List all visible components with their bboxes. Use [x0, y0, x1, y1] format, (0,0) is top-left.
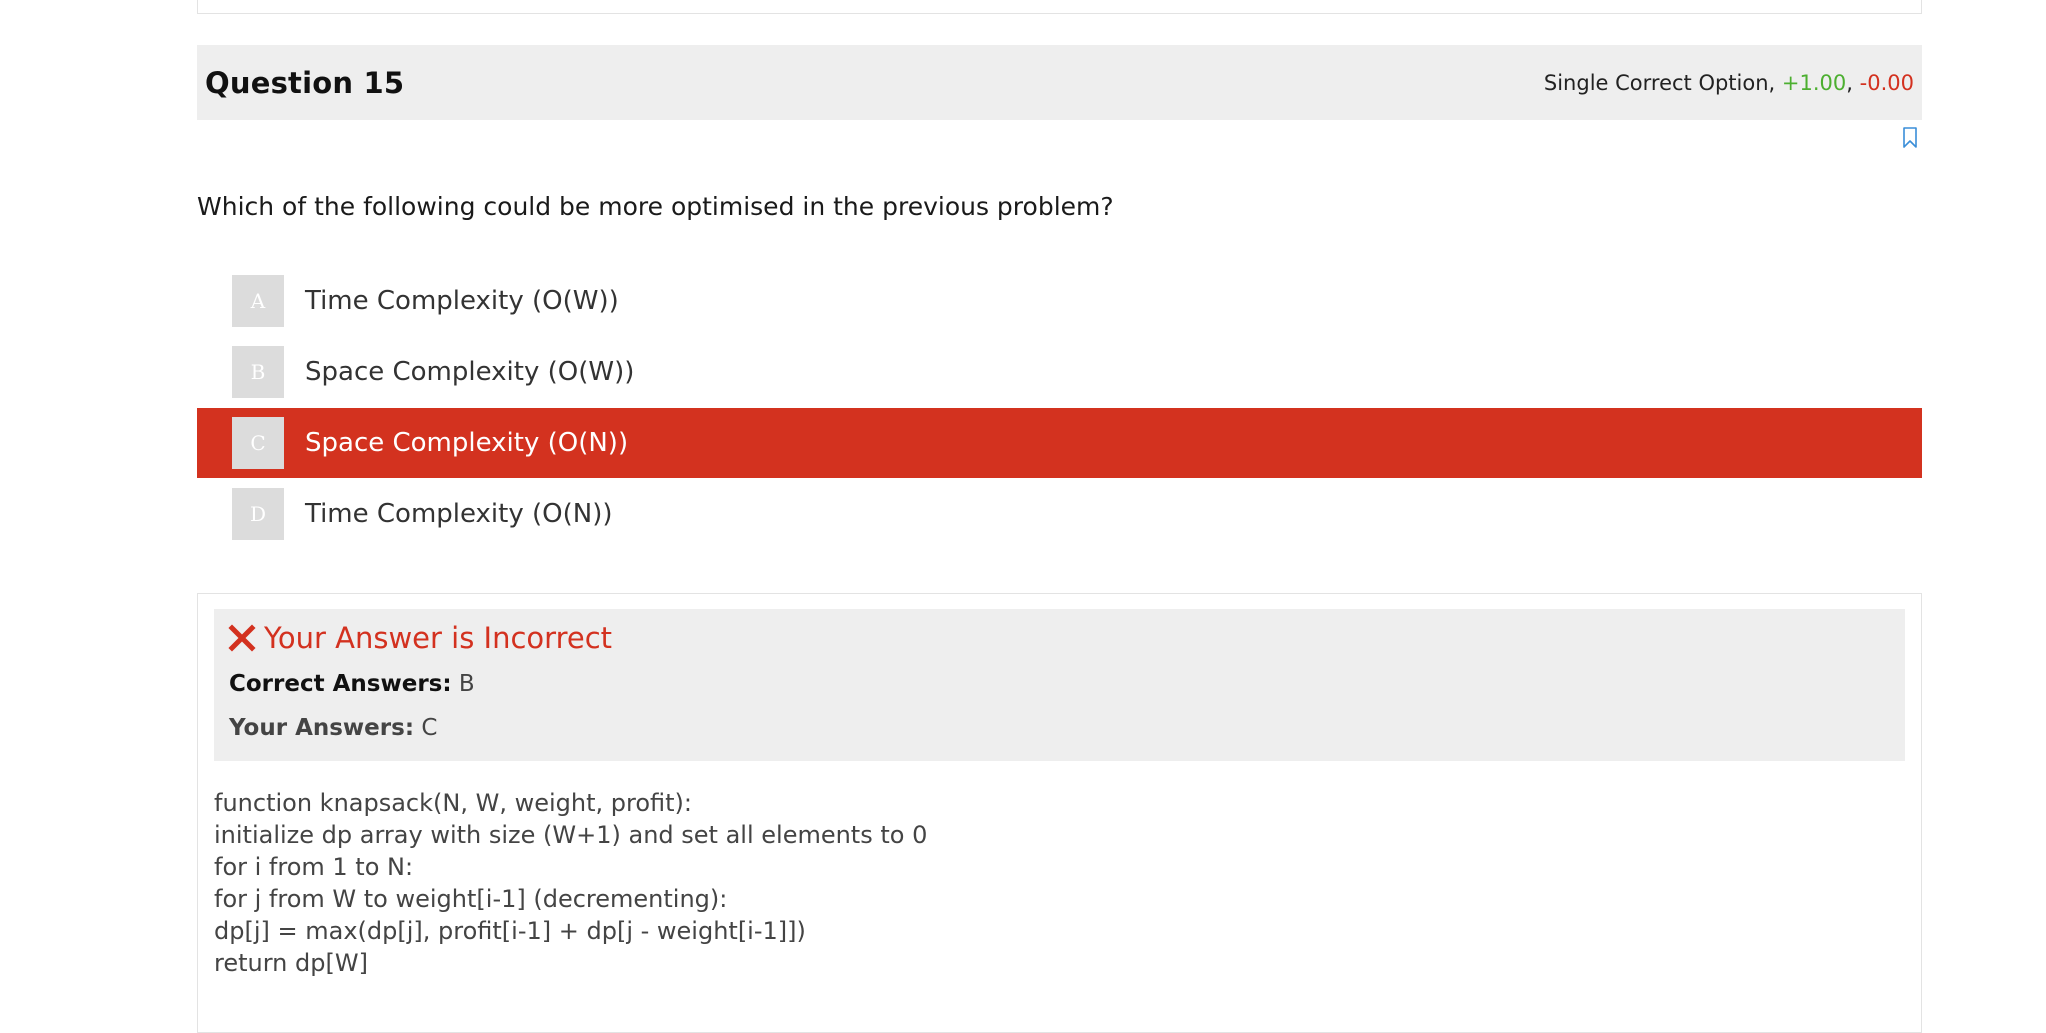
question-header: Question 15 Single Correct Option, +1.00…: [197, 45, 1922, 120]
option-letter: C: [232, 417, 284, 469]
close-icon: [228, 624, 256, 652]
explanation: function knapsack(N, W, weight, profit):…: [214, 787, 927, 979]
option-label: Time Complexity (O(N)): [305, 499, 613, 529]
option-letter: B: [232, 346, 284, 398]
question-title: Question 15: [205, 65, 405, 100]
option-label: Time Complexity (O(W)): [305, 286, 619, 316]
question-meta: Single Correct Option, +1.00, -0.00: [1544, 71, 1914, 95]
option-label: Space Complexity (O(W)): [305, 357, 635, 387]
option-letter: D: [232, 488, 284, 540]
your-answers: Your Answers: C: [229, 715, 437, 741]
question-text: Which of the following could be more opt…: [197, 192, 1114, 221]
explanation-line: function knapsack(N, W, weight, profit):: [214, 789, 692, 817]
meta-separator-1: ,: [1768, 70, 1776, 95]
result-panel: Your Answer is Incorrect Correct Answers…: [197, 593, 1922, 1033]
your-answers-label: Your Answers:: [229, 715, 415, 741]
option-d[interactable]: D Time Complexity (O(N)): [197, 479, 1922, 549]
your-answers-value: C: [421, 715, 438, 741]
bookmark-icon[interactable]: [1902, 127, 1918, 149]
verdict: Your Answer is Incorrect: [228, 621, 612, 655]
positive-marks: +1.00: [1781, 70, 1847, 95]
option-letter: A: [232, 275, 284, 327]
option-label: Space Complexity (O(N)): [305, 428, 629, 458]
explanation-line: for i from 1 to N:: [214, 853, 414, 881]
result-summary: Your Answer is Incorrect Correct Answers…: [214, 609, 1905, 761]
explanation-line: return dp[W]: [214, 949, 368, 977]
explanation-line: initialize dp array with size (W+1) and …: [214, 821, 928, 849]
correct-answers-value: B: [458, 671, 475, 697]
explanation-line: for j from W to weight[i-1] (decrementin…: [214, 885, 728, 913]
option-b[interactable]: B Space Complexity (O(W)): [197, 337, 1922, 407]
negative-marks: -0.00: [1859, 70, 1914, 95]
meta-separator-2: ,: [1846, 70, 1853, 95]
verdict-text: Your Answer is Incorrect: [264, 621, 613, 655]
option-a[interactable]: A Time Complexity (O(W)): [197, 266, 1922, 336]
explanation-line: dp[j] = max(dp[j], profit[i-1] + dp[j - …: [214, 917, 806, 945]
correct-answers-label: Correct Answers:: [229, 671, 452, 697]
correct-answers: Correct Answers: B: [229, 671, 475, 697]
question-type: Single Correct Option: [1543, 70, 1769, 95]
previous-question-panel: [197, 0, 1922, 14]
option-c[interactable]: C Space Complexity (O(N)): [197, 408, 1922, 478]
